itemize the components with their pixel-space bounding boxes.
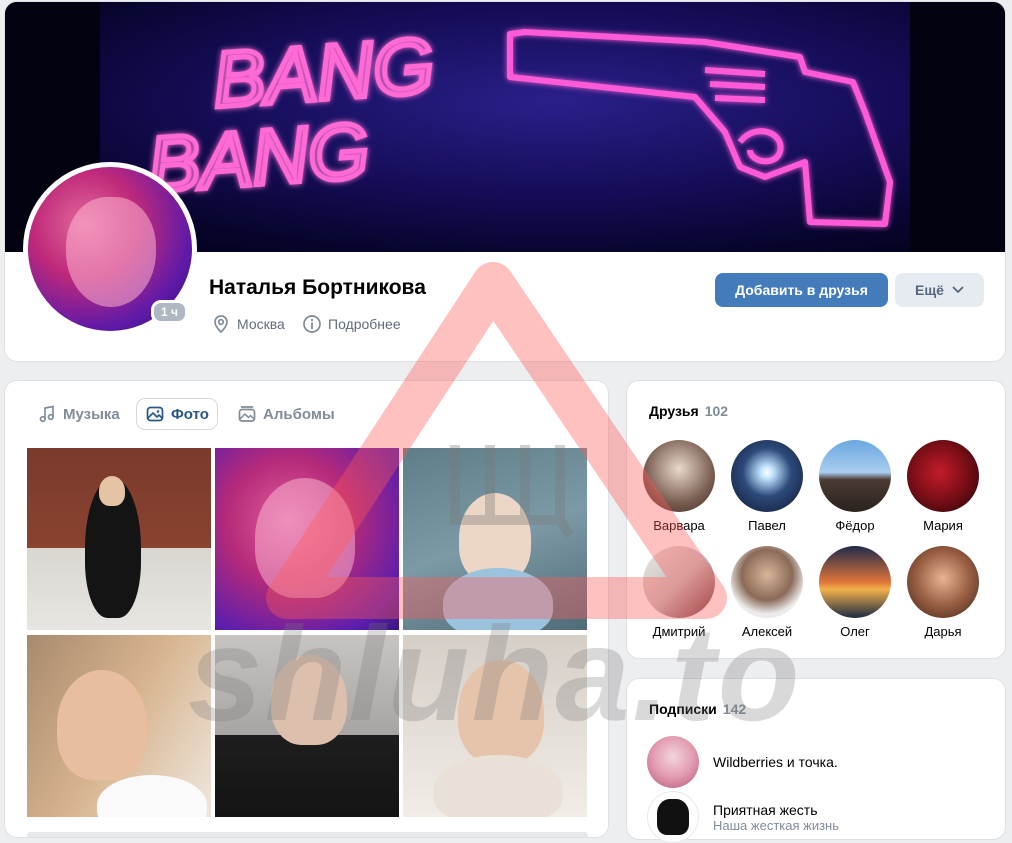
tab-albums[interactable]: Альбомы: [229, 399, 343, 429]
friend-avatar: [907, 440, 979, 512]
subscriptions-title: Подписки: [649, 701, 717, 717]
location-info[interactable]: Москва: [211, 314, 285, 334]
friend-item[interactable]: Алексей: [727, 546, 807, 639]
location-pin-icon: [214, 315, 228, 334]
chevron-down-icon: [952, 286, 964, 293]
more-button-label: Ещё: [915, 282, 944, 298]
location-label: Москва: [237, 316, 285, 332]
friend-name: Мария: [923, 518, 963, 533]
tab-music-label: Музыка: [63, 405, 120, 423]
friend-avatar: [907, 546, 979, 618]
profile-name: Наталья Бортникова: [209, 276, 426, 299]
friend-item[interactable]: Олег: [815, 546, 895, 639]
friend-avatar: [731, 546, 803, 618]
friend-item[interactable]: Павел: [727, 440, 807, 533]
media-card: Музыка Фото Альбомы: [5, 381, 608, 837]
avatar-face: [66, 197, 156, 307]
friend-name: Варвара: [653, 518, 705, 533]
albums-icon: [238, 406, 256, 422]
friend-name: Фёдор: [835, 518, 875, 533]
friend-item[interactable]: Мария: [903, 440, 983, 533]
friend-name: Олег: [840, 624, 870, 639]
friends-count: 102: [704, 403, 729, 419]
friend-name: Павел: [748, 518, 786, 533]
tab-photo-label: Фото: [171, 405, 209, 423]
info-icon: [303, 315, 321, 333]
subscription-description: Наша жесткая жизнь: [713, 817, 839, 833]
scroll-hint: [27, 832, 588, 837]
friend-item[interactable]: Фёдор: [815, 440, 895, 533]
friend-avatar: [819, 546, 891, 618]
subscription-avatar: [647, 736, 699, 788]
more-info-label: Подробнее: [328, 316, 401, 332]
subscription-name: Приятная жесть: [713, 801, 818, 818]
tab-photo[interactable]: Фото: [137, 399, 217, 429]
more-button[interactable]: Ещё: [895, 273, 984, 307]
friends-title: Друзья: [649, 403, 699, 419]
tab-music[interactable]: Музыка: [29, 399, 128, 429]
friend-name: Алексей: [741, 624, 793, 639]
friends-header[interactable]: Друзья 102: [649, 403, 728, 419]
subscriptions-header[interactable]: Подписки 142: [649, 701, 746, 717]
photo-thumb[interactable]: [215, 635, 399, 817]
subscription-item[interactable]: Приятная жесть Наша жесткая жизнь: [647, 791, 839, 843]
online-status-badge: 1 ч: [151, 300, 188, 324]
friend-item[interactable]: Варвара: [639, 440, 719, 533]
add-friend-button[interactable]: Добавить в друзья: [715, 273, 888, 307]
friend-avatar: [731, 440, 803, 512]
cover-text-line2: BANG: [145, 106, 372, 209]
friend-name: Дмитрий: [652, 624, 706, 639]
friend-item[interactable]: Дарья: [903, 546, 983, 639]
friend-avatar: [643, 546, 715, 618]
tab-albums-label: Альбомы: [263, 405, 335, 423]
neon-revolver: [507, 29, 893, 227]
friend-avatar: [643, 440, 715, 512]
subscription-item[interactable]: Wildberries и точка.: [647, 736, 838, 788]
subscriptions-count: 142: [722, 701, 747, 717]
photo-thumb[interactable]: [27, 635, 211, 817]
friend-avatar: [819, 440, 891, 512]
photo-thumb[interactable]: [403, 635, 587, 817]
subscription-avatar: [647, 791, 699, 843]
photo-thumb[interactable]: [27, 448, 211, 630]
photo-thumb[interactable]: [215, 448, 399, 630]
profile-header: BANG BANG 1 ч Наталья Бортникова Москва: [5, 2, 1005, 361]
image-icon: [146, 406, 164, 422]
friends-card: Друзья 102 Варвара Павел Фёдор Мария Дмит…: [627, 381, 1005, 658]
subscriptions-card: Подписки 142 Wildberries и точка. Приятна…: [627, 679, 1005, 843]
more-info-link[interactable]: Подробнее: [302, 314, 401, 334]
subscription-name: Wildberries и точка.: [713, 754, 838, 770]
photo-thumb[interactable]: [403, 448, 587, 630]
music-note-icon: [39, 405, 54, 423]
friend-item[interactable]: Дмитрий: [639, 546, 719, 639]
friend-name: Дарья: [924, 624, 962, 639]
